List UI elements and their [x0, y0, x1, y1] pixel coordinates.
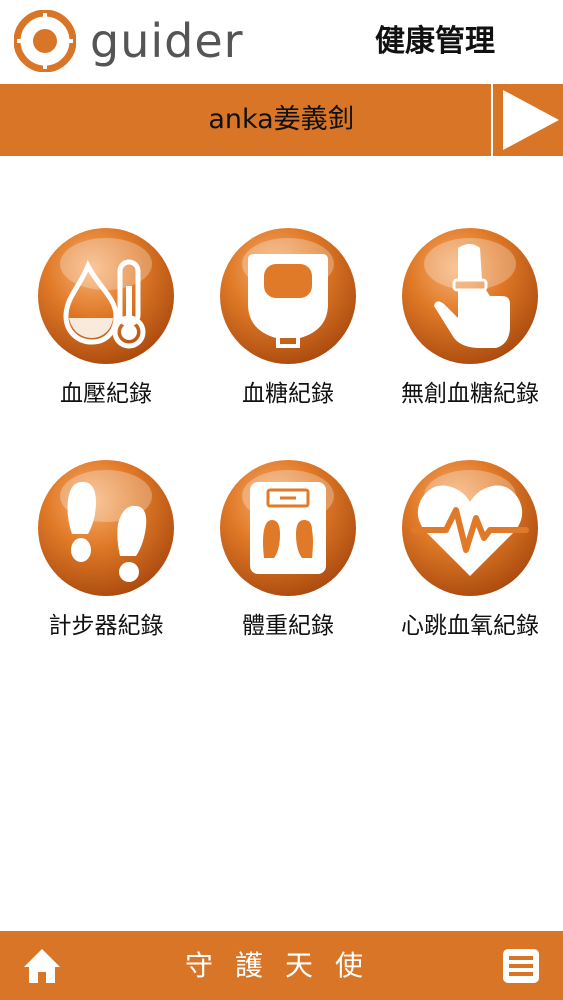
tile-label: 心跳血氧紀錄 — [401, 613, 539, 639]
guider-logo — [14, 10, 76, 72]
bottom-title: 守護天使 — [184, 949, 385, 982]
next-button[interactable] — [491, 84, 563, 156]
play-arrow-icon — [503, 90, 559, 150]
tile-weight[interactable]: 體重紀錄 — [196, 458, 380, 658]
brand-name: guider — [90, 14, 244, 68]
tile-label: 體重紀錄 — [242, 613, 334, 639]
finger-sensor-icon — [402, 228, 538, 364]
tile-blood-pressure[interactable]: 血壓紀錄 — [14, 226, 198, 426]
tile-label: 血糖紀錄 — [242, 381, 334, 407]
drop-thermometer-icon — [38, 228, 174, 364]
tile-blood-glucose[interactable]: 血糖紀錄 — [196, 226, 380, 426]
user-bar: anka姜義釗 — [0, 84, 563, 156]
scale-icon — [220, 460, 356, 596]
app-screen: guider 健康管理 anka姜義釗 血壓紀錄 血糖紀錄 無創血糖紀錄 計步器… — [0, 0, 563, 1000]
bottom-bar: 守護天使 — [0, 931, 563, 1000]
header: guider 健康管理 — [0, 0, 563, 84]
tile-heart-oxygen[interactable]: 心跳血氧紀錄 — [378, 458, 562, 658]
home-icon — [24, 949, 60, 983]
menu-icon — [503, 949, 539, 983]
user-name: anka姜義釗 — [208, 104, 355, 135]
tile-noninvasive-glucose[interactable]: 無創血糖紀錄 — [378, 226, 562, 426]
tile-label: 血壓紀錄 — [60, 381, 152, 407]
tile-pedometer[interactable]: 計步器紀錄 — [14, 458, 198, 658]
glucose-meter-icon — [220, 228, 356, 364]
home-button[interactable] — [22, 947, 62, 985]
heartbeat-icon — [402, 460, 538, 596]
tile-label: 計步器紀錄 — [48, 613, 164, 639]
footprints-icon — [38, 460, 174, 596]
menu-button[interactable] — [501, 947, 541, 985]
tile-label: 無創血糖紀錄 — [401, 381, 539, 407]
page-title: 健康管理 — [375, 24, 495, 59]
